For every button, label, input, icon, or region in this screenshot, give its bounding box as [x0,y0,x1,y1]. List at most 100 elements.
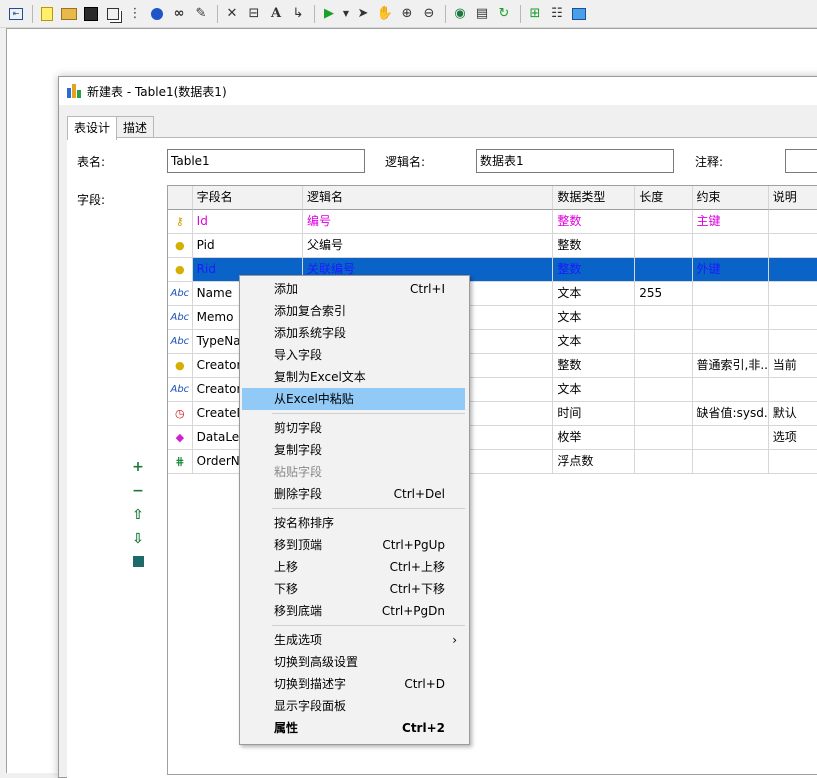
row-constraint[interactable]: 主键 [692,210,769,234]
row-data-type[interactable]: 整数 [553,234,636,258]
menu-item-delete-field[interactable]: 删除字段 Ctrl+Del [242,483,465,505]
header-length[interactable]: 长度 [635,186,693,210]
row-description[interactable] [768,258,817,282]
row-data-type[interactable]: 枚举 [553,426,636,450]
row-length[interactable] [635,306,693,330]
row-data-type[interactable]: 浮点数 [553,450,636,474]
header-description[interactable]: 说明 [768,186,817,210]
menu-item-move-bottom[interactable]: 移到底端 Ctrl+PgDn [242,600,465,622]
row-length[interactable]: 255 [635,282,693,306]
tab-description[interactable]: 描述 [116,116,155,139]
row-description[interactable]: 当前 [768,354,817,378]
menu-item-generate-options[interactable]: 生成选项 › [242,629,465,651]
menu-item-add-composite-index[interactable]: 添加复合索引 [242,300,465,322]
menu-item-copy-as-excel[interactable]: 复制为Excel文本 [242,366,465,388]
stop-square-icon[interactable] [131,556,145,570]
zoom-out-icon[interactable]: ⊖ [419,4,439,24]
dropdown-icon[interactable]: ▼ [341,4,351,24]
play-icon[interactable]: ▶ [319,4,339,24]
row-description[interactable] [768,282,817,306]
text-a-icon[interactable]: A [266,4,286,24]
header-field-name[interactable]: 字段名 [192,186,303,210]
row-length[interactable] [635,210,693,234]
row-constraint[interactable]: 缺省值:sysd... [692,402,769,426]
hand-icon[interactable]: ✋ [375,4,395,24]
menu-item-import-fields[interactable]: 导入字段 [242,344,465,366]
box-icon[interactable]: ⊟ [244,4,264,24]
menu-item-paste-from-excel[interactable]: 从Excel中粘贴 [242,388,465,410]
properties-icon[interactable]: ☷ [547,4,567,24]
remove-icon[interactable]: − [131,484,145,498]
row-length[interactable] [635,378,693,402]
report-icon[interactable]: ▤ [472,4,492,24]
row-constraint[interactable] [692,306,769,330]
move-up-icon[interactable]: ⇧ [131,508,145,522]
table-row[interactable]: ⚷ Id 编号 整数 主键 [168,210,817,234]
new-file-icon[interactable] [37,4,57,24]
menu-item-add-system-field[interactable]: 添加系统字段 [242,322,465,344]
header-logical-name[interactable]: 逻辑名 [302,186,554,210]
row-length[interactable] [635,330,693,354]
row-data-type[interactable]: 时间 [553,402,636,426]
row-description[interactable] [768,306,817,330]
delete-x-icon[interactable]: ✕ [222,4,242,24]
row-description[interactable] [768,330,817,354]
header-data-type[interactable]: 数据类型 [553,186,636,210]
row-constraint[interactable] [692,330,769,354]
menu-item-cut-field[interactable]: 剪切字段 [242,417,465,439]
menu-item-properties[interactable]: 属性 Ctrl+2 [242,717,465,739]
row-data-type[interactable]: 整数 [553,210,636,234]
row-constraint[interactable] [692,282,769,306]
row-data-type[interactable]: 文本 [553,306,636,330]
header-constraint[interactable]: 约束 [692,186,769,210]
menu-item-add[interactable]: 添加 Ctrl+I [242,278,465,300]
row-length[interactable] [635,426,693,450]
zoom-in-icon[interactable]: ⊕ [397,4,417,24]
row-field-name[interactable]: Id [192,210,303,234]
row-constraint[interactable]: 外键 [692,258,769,282]
menu-item-copy-field[interactable]: 复制字段 [242,439,465,461]
menu-item-switch-description[interactable]: 切换到描述字 Ctrl+D [242,673,465,695]
refresh-icon[interactable]: ↻ [494,4,514,24]
row-description[interactable] [768,450,817,474]
row-data-type[interactable]: 文本 [553,282,636,306]
table-name-input[interactable]: Table1 [167,149,365,173]
row-description[interactable]: 选项 [768,426,817,450]
menu-item-paste-field[interactable]: 粘贴字段 [242,461,465,483]
row-logical-name[interactable]: 父编号 [302,234,554,258]
row-length[interactable] [635,258,693,282]
row-data-type[interactable]: 整数 [553,354,636,378]
globe-icon[interactable] [147,4,167,24]
move-down-icon[interactable]: ⇩ [131,532,145,546]
open-folder-icon[interactable] [59,4,79,24]
table-row[interactable]: ● Pid 父编号 整数 [168,234,817,258]
menu-item-move-up[interactable]: 上移 Ctrl+上移 [242,556,465,578]
row-constraint[interactable] [692,450,769,474]
menu-item-show-field-panel[interactable]: 显示字段面板 [242,695,465,717]
hierarchy-icon[interactable]: ⋮ [125,4,145,24]
row-description[interactable] [768,378,817,402]
connector-icon[interactable]: ↳ [288,4,308,24]
row-description[interactable] [768,234,817,258]
window-titlebar[interactable]: 新建表 - Table1(数据表1) [59,77,817,105]
save-icon[interactable] [81,4,101,24]
row-data-type[interactable]: 整数 [553,258,636,282]
comment-input[interactable] [785,149,817,173]
row-length[interactable] [635,402,693,426]
logical-name-input[interactable]: 数据表1 [476,149,674,173]
nav-back-icon[interactable]: ⇤ [6,4,26,24]
menu-item-switch-advanced[interactable]: 切换到高级设置 [242,651,465,673]
add-icon[interactable]: + [131,460,145,474]
menu-item-move-down[interactable]: 下移 Ctrl+下移 [242,578,465,600]
row-field-name[interactable]: Pid [192,234,303,258]
eye-icon[interactable]: ◉ [450,4,470,24]
row-constraint[interactable]: 普通索引,非... [692,354,769,378]
menu-item-sort-by-name[interactable]: 按名称排序 [242,512,465,534]
row-description[interactable] [768,210,817,234]
row-length[interactable] [635,234,693,258]
image-icon[interactable] [569,4,589,24]
row-length[interactable] [635,354,693,378]
menu-item-move-top[interactable]: 移到顶端 Ctrl+PgUp [242,534,465,556]
row-description[interactable]: 默认 [768,402,817,426]
row-constraint[interactable] [692,234,769,258]
